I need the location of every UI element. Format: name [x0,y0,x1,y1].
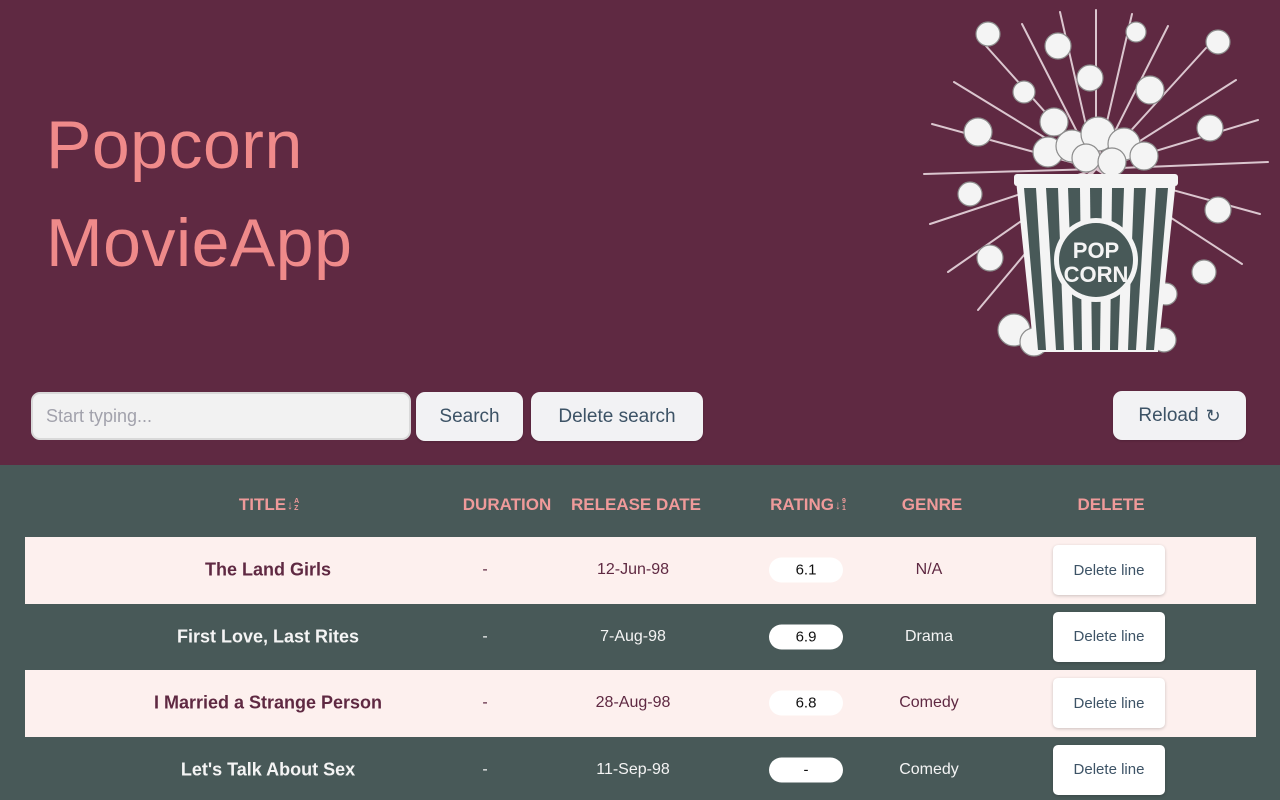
movie-release-date: 28-Aug-98 [595,694,671,712]
popcorn-bucket-icon: POP CORN [923,9,1269,357]
reload-button[interactable]: Reload ↻ [1113,391,1246,440]
movie-title: The Land Girls [204,559,332,580]
reload-label: Reload [1138,404,1199,426]
movie-title: First Love, Last Rites [176,626,360,647]
column-header-delete: DELETE [1077,495,1145,514]
logo-text-line-2: CORN [1064,262,1129,287]
movie-title: I Married a Strange Person [153,692,383,713]
column-header-title[interactable]: TITLE ↓ A Z [239,495,299,515]
column-header-genre: GENRE [901,495,963,514]
delete-line-button[interactable]: Delete line [1053,744,1165,795]
app-header: Popcorn MovieApp POP CORN Start typing..… [0,0,1280,465]
movie-rating: 6.8 [769,690,843,716]
bucket: POP CORN [1014,174,1178,352]
app-title: Popcorn MovieApp [46,96,352,292]
column-header-release-date: RELEASE DATE [570,495,702,514]
delete-search-button[interactable]: Delete search [531,392,703,441]
search-button[interactable]: Search [416,392,523,441]
table-header: TITLE ↓ A Z DURATION RELEASE DATE RATING ↓… [25,485,1256,529]
app-title-line-1: Popcorn [46,107,303,183]
movie-genre: Comedy [899,694,959,712]
column-header-title-label: TITLE [238,495,287,514]
app-title-line-2: MovieApp [46,205,353,281]
movie-duration: - [482,561,488,579]
delete-line-button[interactable]: Delete line [1053,611,1165,662]
table-row: Let's Talk About Sex - 11-Sep-98 - Comed… [25,736,1256,800]
movies-table: TITLE ↓ A Z DURATION RELEASE DATE RATING ↓… [25,485,1256,800]
movie-duration: - [482,760,488,778]
delete-line-button[interactable]: Delete line [1053,678,1165,729]
table-row: First Love, Last Rites - 7-Aug-98 6.9 Dr… [25,603,1256,670]
table-row: I Married a Strange Person - 28-Aug-98 6… [25,670,1256,737]
reload-icon: ↻ [1205,405,1221,426]
movie-release-date: 12-Jun-98 [596,561,670,579]
movie-genre: N/A [915,561,943,579]
column-header-rating-label: RATING [770,495,834,514]
table-row: The Land Girls - 12-Jun-98 6.1 N/A Delet… [25,537,1256,604]
movie-title: Let's Talk About Sex [180,759,356,780]
movie-rating: 6.1 [769,557,843,583]
delete-line-button[interactable]: Delete line [1053,545,1165,596]
sort-numeric-icon: ↓ 9 1 [835,498,846,512]
search-input[interactable] [31,392,411,440]
movie-rating: - [769,757,843,783]
table-body: The Land Girls - 12-Jun-98 6.1 N/A Delet… [25,537,1256,800]
movie-genre: Comedy [899,760,959,778]
column-header-duration: DURATION [462,495,552,514]
movie-duration: - [482,627,488,645]
movie-duration: - [482,694,488,712]
sort-alpha-icon: ↓ A Z [287,498,300,512]
logo-text-line-1: POP [1073,238,1119,263]
movie-release-date: 11-Sep-98 [596,760,670,778]
movie-release-date: 7-Aug-98 [600,627,666,645]
movie-rating: 6.9 [769,624,843,650]
movie-genre: Drama [904,627,954,645]
column-header-rating[interactable]: RATING ↓ 9 1 [770,495,846,515]
